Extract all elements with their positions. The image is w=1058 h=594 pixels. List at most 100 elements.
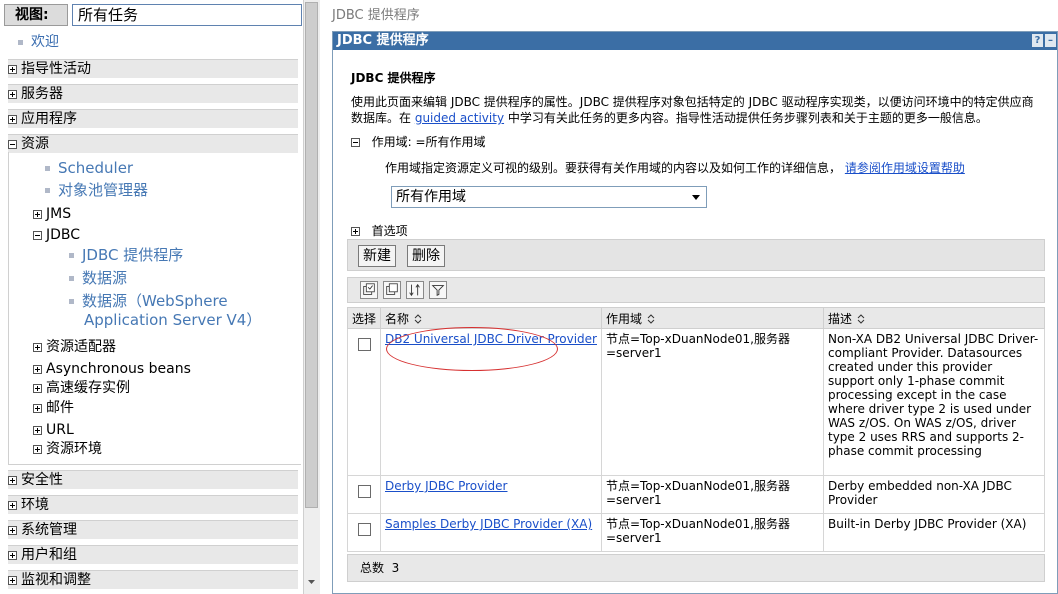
category-label: 应用程序 xyxy=(21,111,77,127)
view-dropdown[interactable]: 所有任务 xyxy=(72,4,302,26)
expand-icon[interactable] xyxy=(351,227,360,236)
nav-category-environment[interactable]: 环境 xyxy=(8,495,298,514)
provider-link[interactable]: DB2 Universal JDBC Driver Provider xyxy=(385,332,597,346)
action-button-bar: 新建 删除 xyxy=(347,239,1045,271)
expand-icon[interactable] xyxy=(8,65,17,74)
deselect-all-icon[interactable] xyxy=(383,281,401,299)
nav-group-mail[interactable]: 邮件 xyxy=(33,399,74,417)
sort-icon[interactable] xyxy=(856,314,866,324)
chevron-down-icon xyxy=(692,195,700,200)
select-all-icon[interactable] xyxy=(360,281,378,299)
sort-icon[interactable] xyxy=(646,314,656,324)
nav-group-label: 高速缓存实例 xyxy=(46,380,130,396)
expand-icon[interactable] xyxy=(33,210,42,219)
resources-subtree: Scheduler 对象池管理器 JMS JDBC JDBC 提供程序 数据源 … xyxy=(8,152,301,465)
scope-help-link[interactable]: 请参阅作用域设置帮助 xyxy=(845,161,965,175)
category-label: 资源 xyxy=(21,136,49,152)
nav-item-scheduler[interactable]: Scheduler xyxy=(45,159,133,177)
column-header-scope[interactable]: 作用域 xyxy=(601,307,824,329)
expand-icon[interactable] xyxy=(8,551,17,560)
nav-group-label: 资源环境 xyxy=(46,441,102,457)
help-icon[interactable]: ? xyxy=(1032,34,1043,47)
expand-icon[interactable] xyxy=(8,576,17,585)
nav-group-resource-adapters[interactable]: 资源适配器 xyxy=(33,338,116,356)
nav-group-label: JMS xyxy=(46,206,72,222)
expand-icon[interactable] xyxy=(8,90,17,99)
row-checkbox[interactable] xyxy=(358,523,371,536)
nav-category-applications[interactable]: 应用程序 xyxy=(8,109,298,128)
nav-item-label: 数据源 xyxy=(82,269,128,287)
nav-group-res-env[interactable]: 资源环境 xyxy=(33,440,102,458)
column-label: 描述 xyxy=(828,311,853,326)
show-filter-icon[interactable] xyxy=(406,281,424,299)
scope-selected-value: 所有作用域 xyxy=(396,189,466,205)
row-scope-cell: 节点=Top-xDuanNode01,服务器=server1 xyxy=(601,328,824,476)
nav-category-resources[interactable]: 资源 xyxy=(8,134,298,153)
nav-group-cache[interactable]: 高速缓存实例 xyxy=(33,379,130,397)
expand-icon[interactable] xyxy=(33,343,42,352)
nav-category-users-groups[interactable]: 用户和组 xyxy=(8,545,298,564)
minimize-icon[interactable]: – xyxy=(1045,34,1056,47)
expand-icon[interactable] xyxy=(8,526,17,535)
nav-group-async-beans[interactable]: Asynchronous beans xyxy=(33,360,191,378)
scroll-down-icon[interactable] xyxy=(305,574,318,590)
expand-icon[interactable] xyxy=(33,384,42,393)
portlet-title: JDBC 提供程序 xyxy=(337,33,429,48)
row-description-cell: Derby embedded non-XA JDBC Provider xyxy=(823,475,1045,514)
row-description-cell: Built-in Derby JDBC Provider (XA) xyxy=(823,513,1045,552)
nav-group-jdbc[interactable]: JDBC xyxy=(33,226,80,244)
expand-icon[interactable] xyxy=(33,445,42,454)
new-button[interactable]: 新建 xyxy=(358,245,396,267)
nav-category-monitoring[interactable]: 监视和调整 xyxy=(8,570,298,589)
category-label: 安全性 xyxy=(21,472,63,488)
provider-link[interactable]: Samples Derby JDBC Provider (XA) xyxy=(385,517,592,531)
nav-category-guided[interactable]: 指导性活动 xyxy=(8,59,298,78)
expand-icon[interactable] xyxy=(8,476,17,485)
column-header-description[interactable]: 描述 xyxy=(823,307,1045,329)
row-checkbox[interactable] xyxy=(358,338,371,351)
row-checkbox[interactable] xyxy=(358,485,371,498)
nav-scrollbar[interactable] xyxy=(303,0,320,594)
expand-icon[interactable] xyxy=(8,115,17,124)
expand-icon[interactable] xyxy=(8,501,17,510)
nav-item-jdbc-providers[interactable]: JDBC 提供程序 xyxy=(69,246,183,264)
scope-dropdown[interactable]: 所有作用域 xyxy=(391,186,707,208)
nav-group-label: JDBC xyxy=(46,227,81,243)
provider-link[interactable]: Derby JDBC Provider xyxy=(385,479,508,493)
expand-icon[interactable] xyxy=(33,404,42,413)
bullet-icon xyxy=(69,253,74,258)
sort-icon[interactable] xyxy=(413,314,423,324)
scrollbar-thumb[interactable] xyxy=(305,2,318,508)
collapse-icon[interactable] xyxy=(351,138,360,147)
nav-item-label: Scheduler xyxy=(58,159,134,177)
guided-activity-link[interactable]: guided activity xyxy=(415,111,504,125)
row-select-cell xyxy=(347,328,381,476)
collapse-icon[interactable] xyxy=(33,231,42,240)
nav-group-url[interactable]: URL xyxy=(33,421,74,439)
collapse-icon[interactable] xyxy=(8,140,17,149)
nav-group-label: Asynchronous beans xyxy=(46,361,191,377)
view-selector: 视图: 所有任务 xyxy=(4,4,302,26)
nav-item-label: Application Server V4） xyxy=(84,311,262,329)
nav-category-servers[interactable]: 服务器 xyxy=(8,84,298,103)
nav-group-jms[interactable]: JMS xyxy=(33,205,71,223)
column-label: 作用域 xyxy=(606,311,643,326)
preferences-section-header[interactable]: 首选项 xyxy=(351,222,408,239)
nav-category-security[interactable]: 安全性 xyxy=(8,470,298,489)
nav-item-data-sources-v4[interactable]: 数据源（WebSphere xyxy=(69,292,228,310)
column-label: 选择 xyxy=(352,311,377,326)
scope-section-header[interactable]: 作用域: =所有作用域 xyxy=(351,133,486,150)
column-header-name[interactable]: 名称 xyxy=(380,307,602,329)
expand-icon[interactable] xyxy=(33,365,42,374)
nav-item-data-sources[interactable]: 数据源 xyxy=(69,269,127,287)
clear-filter-icon[interactable] xyxy=(429,281,447,299)
delete-button[interactable]: 删除 xyxy=(407,245,445,267)
row-name-cell: Samples Derby JDBC Provider (XA) xyxy=(380,513,602,552)
nav-item-data-sources-v4-cont[interactable]: Application Server V4） xyxy=(84,311,261,329)
nav-welcome-link[interactable]: 欢迎 xyxy=(18,31,59,51)
expand-icon[interactable] xyxy=(33,426,42,435)
nav-item-label: JDBC 提供程序 xyxy=(82,246,184,264)
welcome-label: 欢迎 xyxy=(31,34,59,50)
nav-item-object-pool[interactable]: 对象池管理器 xyxy=(45,181,148,199)
nav-category-sysadmin[interactable]: 系统管理 xyxy=(8,520,298,539)
